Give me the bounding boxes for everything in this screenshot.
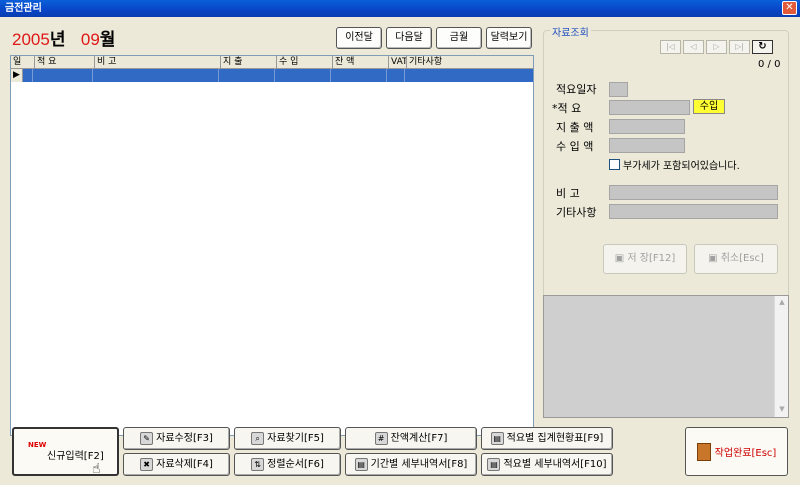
summary-detail-button[interactable]: ▤ 적요별 세부내역서[F10] bbox=[481, 453, 613, 476]
grid-header: 일 적 요 비 고 지 출 수 입 잔 액 VAT 기타사항 bbox=[11, 56, 533, 69]
last-record-icon[interactable]: ▷| bbox=[729, 40, 750, 54]
summary-status-label: 적요별 집계현황표[F9] bbox=[506, 433, 604, 444]
search-icon: ⌕ bbox=[251, 432, 265, 445]
summary-label: *적 요 bbox=[552, 102, 582, 115]
save-button[interactable]: ▣ 저 장[F12] bbox=[603, 244, 687, 274]
print-icon: ▤ bbox=[490, 432, 504, 445]
cancel-button[interactable]: ▣ 취소[Esc] bbox=[694, 244, 778, 274]
scroll-up-icon[interactable]: ▲ bbox=[777, 298, 787, 308]
summary-field[interactable] bbox=[609, 100, 690, 115]
income-badge[interactable]: 수입 bbox=[693, 99, 725, 114]
vat-label: 부가세가 포함되어있습니다. bbox=[623, 161, 740, 172]
scroll-down-icon[interactable]: ▼ bbox=[777, 405, 787, 415]
edit-icon: ✎ bbox=[140, 432, 154, 445]
balance-label: 잔액계산[F7] bbox=[390, 433, 448, 444]
col-vat[interactable]: VAT bbox=[389, 56, 407, 68]
next-month-button[interactable]: 다음달 bbox=[386, 27, 432, 49]
save-icon: ▣ bbox=[614, 253, 625, 264]
done-label: 작업완료[Esc] bbox=[714, 448, 777, 459]
ledger-grid[interactable]: 일 적 요 비 고 지 출 수 입 잔 액 VAT 기타사항 ▶ bbox=[10, 55, 534, 436]
record-navigator: |◁ ◁ ▷ ▷| ↻ bbox=[660, 40, 773, 54]
row-indicator-icon: ▶ bbox=[11, 69, 23, 82]
year-unit: 년 bbox=[49, 30, 66, 50]
hand-cursor-icon: ☝ bbox=[92, 461, 101, 477]
income-label: 수 입 액 bbox=[556, 140, 594, 153]
sort-label: 정렬순서[F6] bbox=[267, 459, 324, 470]
memo-area[interactable]: ▲ ▼ bbox=[543, 295, 789, 418]
summary-status-button[interactable]: ▤ 적요별 집계현황표[F9] bbox=[481, 427, 613, 450]
sort-icon: ⇅ bbox=[251, 458, 265, 471]
date-label: 적요일자 bbox=[556, 83, 597, 96]
cancel-label: 취소[Esc] bbox=[720, 253, 764, 264]
expense-field[interactable] bbox=[609, 119, 685, 134]
period-detail-label: 기간별 세부내역서[F8] bbox=[370, 459, 468, 470]
col-note[interactable]: 비 고 bbox=[95, 56, 221, 68]
refresh-icon[interactable]: ↻ bbox=[752, 40, 773, 54]
delete-label: 자료삭제[F4] bbox=[156, 459, 213, 470]
next-record-icon[interactable]: ▷ bbox=[706, 40, 727, 54]
date-field[interactable] bbox=[609, 82, 628, 97]
year-value: 2005 bbox=[12, 30, 50, 49]
delete-icon: ✖ bbox=[140, 458, 154, 471]
this-month-button[interactable]: 금월 bbox=[436, 27, 482, 49]
col-income[interactable]: 수 입 bbox=[277, 56, 333, 68]
print-icon: ▤ bbox=[354, 458, 368, 471]
expense-label: 지 출 액 bbox=[556, 121, 594, 134]
col-summary[interactable]: 적 요 bbox=[35, 56, 95, 68]
vat-checkbox[interactable] bbox=[609, 159, 620, 170]
table-row[interactable]: ▶ bbox=[11, 69, 533, 82]
edit-button[interactable]: ✎ 자료수정[F3] bbox=[123, 427, 230, 450]
done-button[interactable]: 작업완료[Esc] bbox=[685, 427, 788, 476]
col-expense[interactable]: 지 출 bbox=[221, 56, 277, 68]
window-body: 2005년 09월 이전달 다음달 금월 달력보기 일 적 요 비 고 지 출 … bbox=[0, 17, 800, 485]
prev-record-icon[interactable]: ◁ bbox=[683, 40, 704, 54]
summary-detail-label: 적요별 세부내역서[F10] bbox=[503, 459, 607, 470]
col-etc[interactable]: 기타사항 bbox=[407, 56, 533, 68]
income-field[interactable] bbox=[609, 138, 685, 153]
edit-label: 자료수정[F3] bbox=[156, 433, 213, 444]
first-record-icon[interactable]: |◁ bbox=[660, 40, 681, 54]
door-icon bbox=[696, 442, 711, 461]
col-day[interactable]: 일 bbox=[11, 56, 35, 68]
calendar-view-button[interactable]: 달력보기 bbox=[486, 27, 532, 49]
record-count: 0 / 0 bbox=[758, 59, 781, 70]
print-icon: ▤ bbox=[487, 458, 501, 471]
find-button[interactable]: ⌕ 자료찾기[F5] bbox=[234, 427, 341, 450]
calculator-icon: # bbox=[374, 432, 388, 445]
note-field[interactable] bbox=[609, 185, 778, 200]
period-detail-button[interactable]: ▤ 기간별 세부내역서[F8] bbox=[345, 453, 477, 476]
window-title: 금전관리 bbox=[5, 3, 42, 14]
close-icon[interactable]: ✕ bbox=[782, 1, 797, 15]
find-label: 자료찾기[F5] bbox=[267, 433, 324, 444]
new-entry-label: 신규입력[F2] bbox=[47, 451, 104, 462]
month-unit: 월 bbox=[99, 30, 116, 50]
sort-button[interactable]: ⇅ 정렬순서[F6] bbox=[234, 453, 341, 476]
balance-button[interactable]: # 잔액계산[F7] bbox=[345, 427, 477, 450]
prev-month-button[interactable]: 이전달 bbox=[336, 27, 382, 49]
window-titlebar: 금전관리 ✕ bbox=[0, 0, 800, 17]
note-label: 비 고 bbox=[556, 187, 580, 200]
etc-label: 기타사항 bbox=[556, 206, 597, 219]
etc-field[interactable] bbox=[609, 204, 778, 219]
col-balance[interactable]: 잔 액 bbox=[333, 56, 389, 68]
panel-title: 자료조회 bbox=[550, 24, 591, 39]
save-label: 저 장[F12] bbox=[627, 253, 676, 264]
delete-button[interactable]: ✖ 자료삭제[F4] bbox=[123, 453, 230, 476]
month-value: 09 bbox=[80, 30, 100, 49]
current-date: 2005년 09월 bbox=[12, 25, 115, 50]
cancel-icon: ▣ bbox=[708, 253, 718, 264]
new-entry-button[interactable]: NEW 신규입력[F2] ☝ bbox=[12, 427, 119, 477]
memo-scrollbar[interactable]: ▲ ▼ bbox=[774, 296, 788, 417]
new-badge-icon: NEW bbox=[28, 441, 47, 449]
